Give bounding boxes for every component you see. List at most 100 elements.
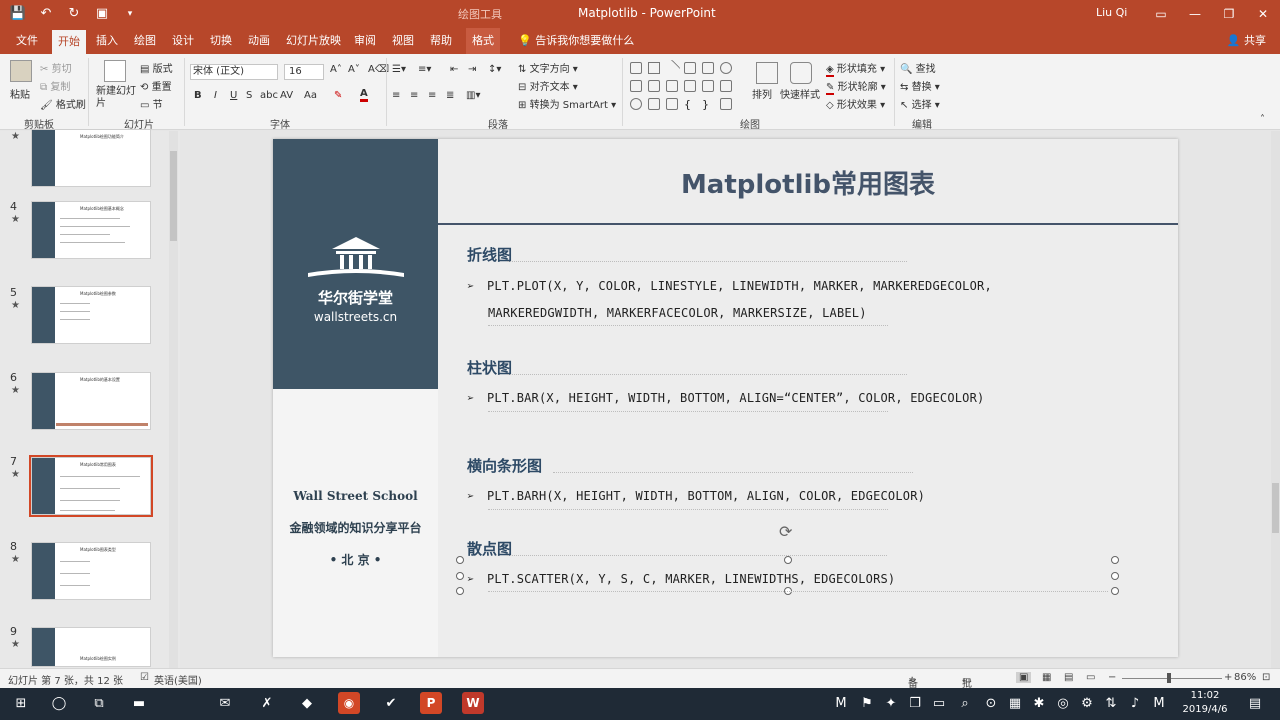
tab-insert[interactable]: 插入 xyxy=(90,28,124,54)
section-button[interactable]: ▭ 节 xyxy=(140,96,163,111)
code-line[interactable]: ➢ PLT.PLOT(X, Y, COLOR, LINESTYLE, LINEWI… xyxy=(467,279,992,293)
reading-view-icon[interactable]: ▤ xyxy=(1064,672,1073,683)
notifications-icon[interactable]: ▤ xyxy=(1244,694,1266,714)
grow-font-icon[interactable]: A˄ xyxy=(330,64,342,75)
paste-icon[interactable] xyxy=(10,60,32,82)
shape-triangle-icon[interactable] xyxy=(630,80,642,92)
font-size-select[interactable]: 16 xyxy=(284,64,324,80)
decrease-indent-icon[interactable]: ⇤ xyxy=(450,64,458,75)
shrink-font-icon[interactable]: A˅ xyxy=(348,64,360,75)
tab-design[interactable]: 设计 xyxy=(166,28,200,54)
align-right-icon[interactable]: ≡ xyxy=(428,90,436,101)
bold-button[interactable]: B xyxy=(194,90,202,101)
find-button[interactable]: 🔍 查找 xyxy=(900,60,936,75)
tab-draw[interactable]: 绘图 xyxy=(128,28,162,54)
align-text-button[interactable]: ⊟ 对齐文本 ▾ xyxy=(518,78,578,93)
slide-thumbnail[interactable]: Matplotlib绘图实例 xyxy=(31,627,151,667)
increase-indent-icon[interactable]: ⇥ xyxy=(468,64,476,75)
ribbon-display-icon[interactable]: ▭ xyxy=(1144,0,1178,28)
tab-review[interactable]: 审阅 xyxy=(348,28,382,54)
browser-icon[interactable]: ◉ xyxy=(338,692,360,714)
shape-outline-button[interactable]: ✎ 形状轮廓 ▾ xyxy=(826,78,886,95)
shape-star-icon[interactable] xyxy=(720,80,732,92)
powerpoint-icon[interactable]: P xyxy=(420,692,442,714)
user-name[interactable]: Liu Qi xyxy=(1096,6,1127,19)
zoom-level[interactable]: 86% xyxy=(1234,672,1256,683)
line-spacing-icon[interactable]: ↕▾ xyxy=(488,64,501,75)
volume-icon[interactable]: ♪ xyxy=(1124,694,1146,714)
shape-brace-left-icon[interactable]: { xyxy=(684,98,696,111)
align-left-icon[interactable]: ≡ xyxy=(392,90,400,101)
customize-icon[interactable]: ▾ xyxy=(120,4,140,24)
resize-handle[interactable] xyxy=(456,556,464,564)
strikethrough-button[interactable]: S xyxy=(246,90,252,101)
shape-brace-right-icon[interactable]: } xyxy=(702,98,714,111)
slide-title[interactable]: Matplotlib常用图表 xyxy=(438,164,1178,201)
section-heading[interactable]: 横向条形图 xyxy=(467,455,542,476)
code-line-selected[interactable]: ➢ PLT.SCATTER(X, Y, S, C, MARKER, LINEWID… xyxy=(467,572,895,586)
shape-more-icon[interactable] xyxy=(720,98,732,110)
tray-app-icon[interactable]: ▭ xyxy=(928,694,950,714)
tray-app-icon[interactable]: ❐ xyxy=(904,694,926,714)
tray-app-icon[interactable]: ✦ xyxy=(880,694,902,714)
app-icon[interactable]: ✗ xyxy=(256,694,278,714)
rotate-handle-icon[interactable]: ⟳ xyxy=(779,522,792,541)
bullets-icon[interactable]: ☰▾ xyxy=(392,64,406,75)
tab-view[interactable]: 视图 xyxy=(386,28,420,54)
thumbnails-scrollbar[interactable] xyxy=(169,131,178,668)
text-direction-button[interactable]: ⇅ 文字方向 ▾ xyxy=(518,60,578,75)
section-heading[interactable]: 柱状图 xyxy=(467,357,512,378)
clock-date[interactable]: 2019/4/6 xyxy=(1180,704,1230,715)
shape-right-arrow-icon[interactable] xyxy=(684,80,696,92)
justify-icon[interactable]: ≣ xyxy=(446,90,454,101)
section-heading[interactable]: 折线图 xyxy=(467,244,512,265)
shape-callout-icon[interactable] xyxy=(648,98,660,110)
new-slide-button[interactable]: 新建幻灯片 xyxy=(96,86,136,110)
tab-home[interactable]: 开始 xyxy=(52,30,86,54)
resize-handle[interactable] xyxy=(1111,587,1119,595)
resize-handle[interactable] xyxy=(784,556,792,564)
file-explorer-icon[interactable]: ▬ xyxy=(128,694,150,714)
slide-thumbnail[interactable]: Matplotlib绘图参数 xyxy=(31,286,151,344)
minimize-icon[interactable]: — xyxy=(1178,0,1212,28)
language-indicator[interactable]: 英语(美国) xyxy=(154,672,202,687)
clock-time[interactable]: 11:02 xyxy=(1180,690,1230,701)
shape-rect2-icon[interactable] xyxy=(702,62,714,74)
tray-m-icon[interactable]: M xyxy=(830,694,852,714)
new-slide-icon[interactable] xyxy=(104,60,126,82)
slide-sorter-icon[interactable]: ▦ xyxy=(1042,672,1051,683)
tray-app-icon[interactable]: ⚙ xyxy=(1076,694,1098,714)
tell-me-search[interactable]: 💡 告诉我你想要做什么 xyxy=(518,28,634,54)
share-button[interactable]: 👤 共享 xyxy=(1227,28,1266,54)
scrollbar-thumb[interactable] xyxy=(170,151,177,241)
shape-curve-icon[interactable] xyxy=(666,98,678,110)
columns-icon[interactable]: ▥▾ xyxy=(466,90,480,101)
format-painter-button[interactable]: 🖌 格式刷 xyxy=(40,96,86,111)
tab-animations[interactable]: 动画 xyxy=(242,28,276,54)
code-line[interactable]: ➢ PLT.BAR(X, HEIGHT, WIDTH, BOTTOM, ALIGN… xyxy=(467,391,984,405)
copy-button[interactable]: ⧉ 复制 xyxy=(40,78,70,93)
present-icon[interactable]: ▣ xyxy=(92,4,112,24)
paste-button[interactable]: 粘贴 xyxy=(10,86,30,101)
tab-format[interactable]: 格式 xyxy=(466,28,500,54)
shape-textbox-icon[interactable] xyxy=(648,62,660,74)
tray-app-icon[interactable]: ⚑ xyxy=(856,694,878,714)
slideshow-icon[interactable]: ▭ xyxy=(1086,672,1095,683)
resize-handle[interactable] xyxy=(1111,572,1119,580)
zoom-slider-track[interactable] xyxy=(1122,678,1222,679)
tray-app-icon[interactable]: ⌕ xyxy=(954,694,976,714)
undo-icon[interactable]: ↶ xyxy=(36,4,56,24)
collapse-ribbon-icon[interactable]: ˄ xyxy=(1260,114,1265,125)
quick-styles-icon[interactable] xyxy=(790,62,812,84)
redo-icon[interactable]: ↻ xyxy=(64,4,84,24)
slide-thumbnail[interactable]: Matplotlib绘图基本概念 xyxy=(31,201,151,259)
font-color-icon[interactable]: A xyxy=(360,88,368,102)
arrange-icon[interactable] xyxy=(756,62,778,84)
quick-styles-button[interactable]: 快速样式 xyxy=(780,86,820,101)
shape-oval-icon[interactable] xyxy=(720,62,732,74)
slide-thumbnail[interactable]: Matplotlib的基本设置 xyxy=(31,372,151,430)
resize-handle[interactable] xyxy=(456,587,464,595)
section-heading[interactable]: 散点图 xyxy=(467,538,512,559)
tray-app-icon[interactable]: ⊙ xyxy=(980,694,1002,714)
cut-button[interactable]: ✂ 剪切 xyxy=(40,60,72,75)
